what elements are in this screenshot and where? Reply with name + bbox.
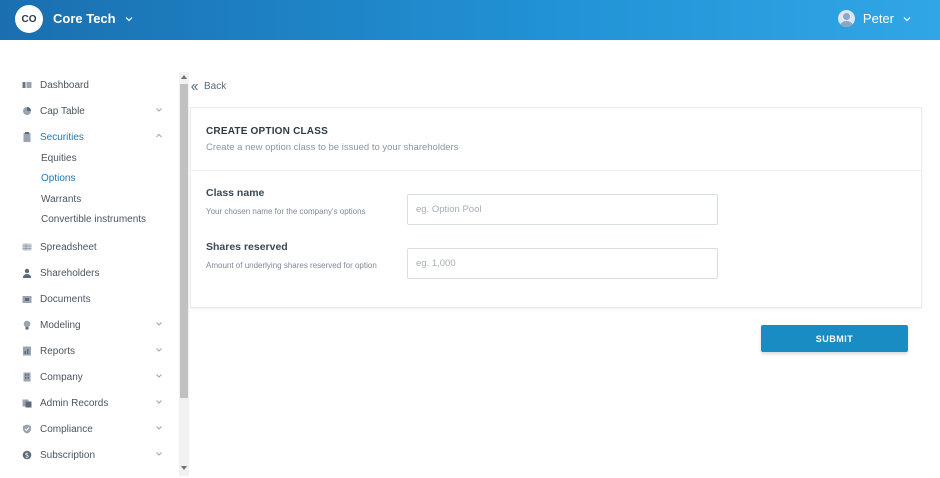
submit-button[interactable]: SUBMIT bbox=[761, 325, 908, 352]
scroll-down-arrow-icon[interactable] bbox=[181, 466, 187, 470]
shares-reserved-label: Shares reserved bbox=[206, 241, 288, 253]
dashboard-icon bbox=[22, 80, 32, 90]
sidebar-item-securities[interactable]: Securities bbox=[22, 128, 167, 146]
report-icon bbox=[22, 346, 32, 356]
chevron-down-icon bbox=[156, 452, 162, 456]
double-chevron-left-icon bbox=[191, 83, 198, 90]
form-subtitle: Create a new option class to be issued t… bbox=[206, 142, 459, 153]
building-icon bbox=[22, 372, 32, 382]
sidebar-item-reports[interactable]: Reports bbox=[22, 342, 167, 360]
class-name-label: Class name bbox=[206, 187, 265, 199]
chevron-down-icon bbox=[156, 374, 162, 378]
person-icon bbox=[22, 268, 32, 278]
top-header: CO Core Tech Peter bbox=[0, 0, 940, 40]
sidebar-subitem-warrants[interactable]: Warrants bbox=[41, 194, 81, 205]
svg-text:$: $ bbox=[25, 452, 29, 460]
user-menu[interactable]: Peter bbox=[837, 10, 912, 27]
sidebar-item-spreadsheet[interactable]: Spreadsheet bbox=[22, 238, 167, 256]
dollar-icon: $ bbox=[22, 450, 32, 460]
scroll-up-arrow-icon[interactable] bbox=[181, 75, 187, 79]
company-name: Core Tech bbox=[53, 11, 116, 26]
sidebar: Dashboard Cap Table Securities Equities … bbox=[0, 40, 178, 478]
scrollbar-thumb[interactable] bbox=[180, 84, 188, 398]
records-icon bbox=[22, 398, 32, 408]
back-link[interactable]: Back bbox=[191, 81, 226, 92]
chevron-down-icon bbox=[156, 108, 162, 112]
sidebar-item-subscription[interactable]: $ Subscription bbox=[22, 446, 167, 464]
class-name-help: Your chosen name for the company's optio… bbox=[206, 207, 366, 216]
back-label: Back bbox=[204, 81, 227, 92]
sidebar-item-label: Cap Table bbox=[40, 105, 85, 117]
sidebar-item-modeling[interactable]: Modeling bbox=[22, 316, 167, 334]
sidebar-item-shareholders[interactable]: Shareholders bbox=[22, 264, 167, 282]
chevron-up-icon bbox=[156, 133, 162, 138]
sidebar-item-label: Compliance bbox=[40, 423, 93, 435]
divider bbox=[191, 170, 921, 171]
sidebar-item-label: Dashboard bbox=[40, 79, 89, 91]
sidebar-item-compliance[interactable]: Compliance bbox=[22, 420, 167, 438]
spreadsheet-icon bbox=[22, 242, 32, 252]
sidebar-item-documents[interactable]: Documents bbox=[22, 290, 167, 308]
chevron-down-icon bbox=[156, 322, 162, 326]
sidebar-item-label: Documents bbox=[40, 293, 91, 305]
sidebar-item-admin-records[interactable]: Admin Records bbox=[22, 394, 167, 412]
lightbulb-icon bbox=[22, 320, 32, 330]
sidebar-subitem-options[interactable]: Options bbox=[41, 173, 75, 184]
sidebar-item-label: Spreadsheet bbox=[40, 241, 97, 253]
sidebar-item-label: Reports bbox=[40, 345, 76, 357]
folder-icon bbox=[22, 294, 32, 304]
shield-check-icon bbox=[22, 424, 32, 434]
sidebar-subitem-convertible-instruments[interactable]: Convertible instruments bbox=[41, 214, 146, 225]
sidebar-subitem-equities[interactable]: Equities bbox=[41, 153, 77, 164]
sidebar-item-label: Securities bbox=[40, 131, 84, 143]
chevron-down-icon bbox=[125, 16, 133, 21]
sidebar-item-label: Shareholders bbox=[40, 267, 100, 279]
sidebar-item-company[interactable]: Company bbox=[22, 368, 167, 386]
sidebar-item-label: Modeling bbox=[40, 319, 81, 331]
company-switcher[interactable]: Core Tech bbox=[53, 11, 134, 26]
sidebar-item-dashboard[interactable]: Dashboard bbox=[22, 76, 167, 94]
shares-reserved-input[interactable] bbox=[407, 248, 718, 279]
class-name-input[interactable] bbox=[407, 194, 718, 225]
avatar bbox=[837, 10, 855, 27]
company-logo[interactable]: CO bbox=[15, 5, 43, 33]
sidebar-item-label: Admin Records bbox=[40, 397, 109, 409]
user-name: Peter bbox=[862, 11, 894, 26]
clipboard-icon bbox=[22, 132, 32, 142]
chevron-down-icon bbox=[156, 348, 162, 352]
chevron-down-icon bbox=[156, 426, 162, 430]
form-title: CREATE OPTION CLASS bbox=[206, 126, 328, 137]
shares-reserved-help: Amount of underlying shares reserved for… bbox=[206, 261, 377, 270]
sidebar-item-label: Company bbox=[40, 371, 83, 383]
sidebar-item-label: Subscription bbox=[40, 449, 96, 461]
create-option-class-card: CREATE OPTION CLASS Create a new option … bbox=[190, 107, 922, 308]
chevron-down-icon bbox=[156, 400, 162, 404]
sidebar-item-cap-table[interactable]: Cap Table bbox=[22, 102, 167, 120]
pie-chart-icon bbox=[22, 106, 32, 116]
chevron-down-icon bbox=[903, 16, 911, 21]
